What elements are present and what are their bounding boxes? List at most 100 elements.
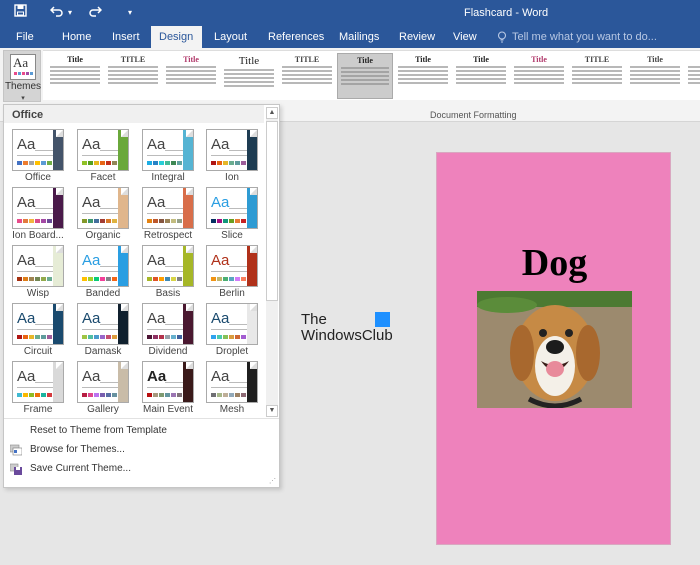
preview-line <box>211 387 247 388</box>
theme-retrospect[interactable]: Aa <box>142 187 194 229</box>
color-swatch <box>177 219 182 223</box>
style-set-item[interactable]: Title <box>221 53 277 99</box>
tab-view[interactable]: View <box>445 26 485 48</box>
color-swatch <box>211 335 216 339</box>
color-swatch <box>223 161 228 165</box>
style-set-text-line <box>572 78 622 80</box>
color-swatch <box>229 161 234 165</box>
color-swatch <box>229 219 234 223</box>
tab-mailings[interactable]: Mailings <box>331 26 387 48</box>
style-set-item[interactable]: Title <box>47 53 103 99</box>
resize-grip[interactable]: ⋰ <box>269 477 276 485</box>
style-set-text-line <box>108 78 158 80</box>
watermark-line2: WindowsClub <box>301 327 393 344</box>
flashcard-title[interactable]: Dog <box>437 241 672 285</box>
style-set-item[interactable]: Title <box>163 53 219 99</box>
tab-file[interactable]: File <box>8 26 42 48</box>
theme-label: Main Event <box>142 404 194 415</box>
tell-me-search[interactable]: Tell me what you want to do... <box>512 26 657 48</box>
theme-integral[interactable]: Aa <box>142 129 194 171</box>
style-set-item[interactable]: Title <box>627 53 683 99</box>
color-swatch <box>17 335 22 339</box>
scroll-thumb[interactable] <box>266 121 278 301</box>
style-set-title: Title <box>647 55 663 64</box>
theme-color-swatches <box>147 277 182 281</box>
theme-font-preview: Aa <box>211 310 230 327</box>
style-set-item[interactable]: TITLE <box>279 53 335 99</box>
theme-frame[interactable]: Aa <box>12 361 64 403</box>
preview-line <box>82 387 118 388</box>
preview-line <box>165 208 183 209</box>
gallery-scrollbar[interactable]: ▲ ▼ <box>266 107 278 417</box>
dog-photo[interactable] <box>477 291 632 408</box>
style-set-item[interactable]: TITLE <box>569 53 625 99</box>
themes-dropdown: Office ▲ ▼ Aa Office Aa Facet Aa Integral Aa Io… <box>3 104 280 488</box>
color-swatch <box>112 335 117 339</box>
style-set-title: Title <box>415 55 431 64</box>
tab-design[interactable]: Design <box>151 26 202 48</box>
theme-dividend[interactable]: Aa <box>142 303 194 345</box>
theme-label: Ion <box>225 172 239 183</box>
theme-color-swatches <box>82 393 117 397</box>
style-set-title: TITLE <box>120 55 146 64</box>
watermark: The WindowsClub <box>301 312 393 344</box>
style-set-item[interactable]: Title <box>453 53 509 99</box>
style-set-text-line <box>630 70 680 72</box>
style-set-item[interactable]: Title <box>511 53 567 99</box>
tab-home[interactable]: Home <box>54 26 99 48</box>
color-swatch <box>153 161 158 165</box>
scroll-down-button[interactable]: ▼ <box>266 405 278 417</box>
style-set-text-line <box>224 77 274 79</box>
tab-insert[interactable]: Insert <box>104 26 148 48</box>
theme-main-event[interactable]: Aa <box>142 361 194 403</box>
reset-theme-menu-item[interactable]: Reset to Theme from Template <box>30 425 167 436</box>
theme-damask[interactable]: Aa <box>77 303 129 345</box>
theme-droplet[interactable]: Aa <box>206 303 258 345</box>
scroll-up-button[interactable]: ▲ <box>266 107 278 119</box>
style-set-title: Title <box>357 56 373 65</box>
save-current-theme-menu-item[interactable]: Save Current Theme... <box>30 463 131 474</box>
theme-mesh[interactable]: Aa <box>206 361 258 403</box>
theme-wisp[interactable]: Aa <box>12 245 64 287</box>
tab-references[interactable]: References <box>260 26 332 48</box>
style-set-text-line <box>398 70 448 72</box>
tab-layout[interactable]: Layout <box>206 26 255 48</box>
save-theme-icon <box>9 463 22 475</box>
style-set-item[interactable]: Title <box>337 53 393 99</box>
color-swatch <box>223 393 228 397</box>
style-set-item[interactable]: Title <box>395 53 451 99</box>
theme-organic[interactable]: Aa <box>77 187 129 229</box>
theme-ion-board[interactable]: Aa <box>12 187 64 229</box>
theme-banded[interactable]: Aa <box>77 245 129 287</box>
style-set-item[interactable]: Title <box>685 53 700 99</box>
page-fold-icon <box>56 362 63 369</box>
theme-ion[interactable]: Aa <box>206 129 258 171</box>
document-page[interactable]: Dog <box>436 152 671 545</box>
browse-themes-menu-item[interactable]: Browse for Themes... <box>30 444 125 455</box>
color-swatch <box>17 277 22 281</box>
theme-facet[interactable]: Aa <box>77 129 129 171</box>
theme-color-swatches <box>211 335 246 339</box>
style-set-text-line <box>514 82 564 84</box>
themes-button[interactable]: Aa Themes ▾ <box>3 50 41 102</box>
color-swatch <box>88 161 93 165</box>
theme-office[interactable]: Aa <box>12 129 64 171</box>
tab-review[interactable]: Review <box>391 26 443 48</box>
theme-gallery[interactable]: Aa <box>77 361 129 403</box>
theme-circuit[interactable]: Aa <box>12 303 64 345</box>
theme-basis[interactable]: Aa <box>142 245 194 287</box>
theme-berlin[interactable]: Aa <box>206 245 258 287</box>
color-swatch <box>159 335 164 339</box>
theme-color-swatches <box>17 335 52 339</box>
style-set-text-line <box>108 70 158 72</box>
preview-line <box>82 329 118 330</box>
style-set-text-line <box>630 74 680 76</box>
preview-line <box>100 266 118 267</box>
theme-slice[interactable]: Aa <box>206 187 258 229</box>
theme-label: Organic <box>85 230 121 241</box>
style-set-item[interactable]: TITLE <box>105 53 161 99</box>
color-swatch <box>223 277 228 281</box>
style-set-text-line <box>456 74 506 76</box>
color-swatch <box>41 219 46 223</box>
color-swatch <box>217 393 222 397</box>
